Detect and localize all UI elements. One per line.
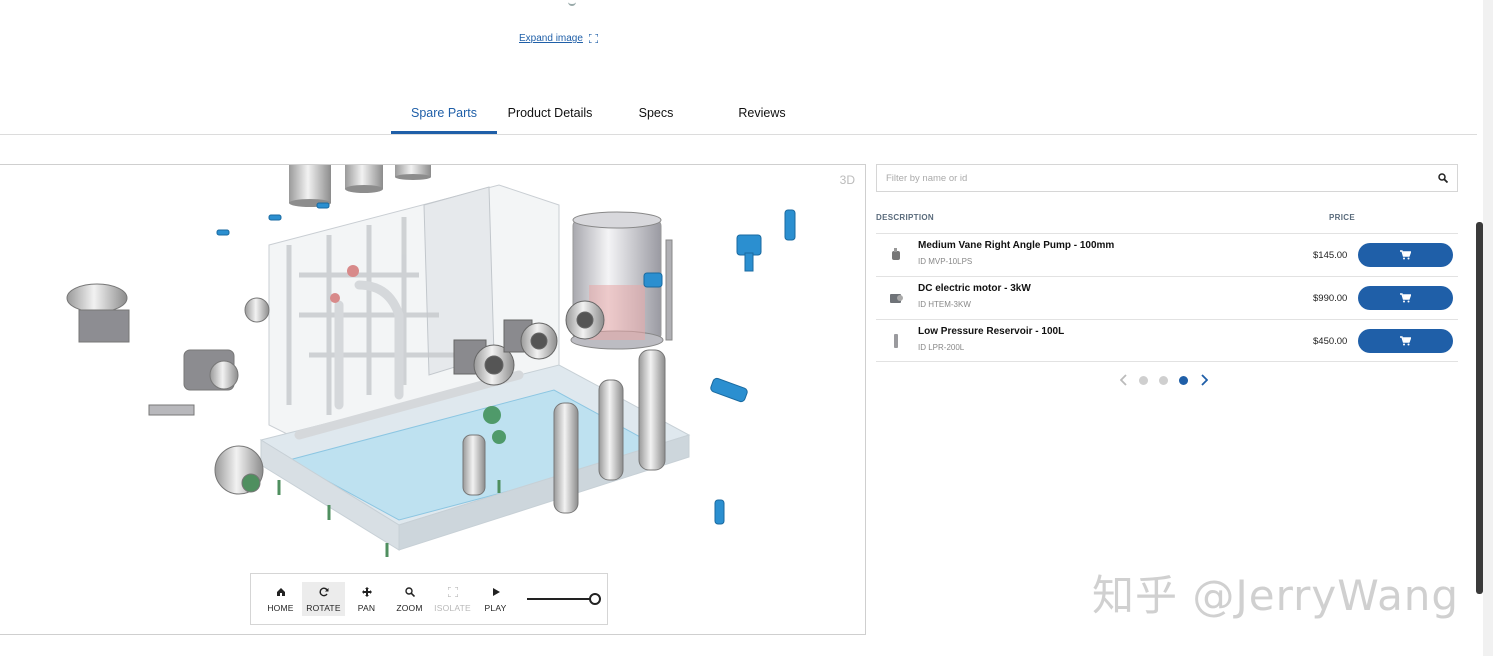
part-id: ID MVP-10LPS	[918, 257, 973, 266]
pan-button[interactable]: PAN	[345, 582, 388, 616]
part-name[interactable]: DC electric motor - 3kW	[918, 283, 1031, 294]
cart-icon	[1400, 250, 1411, 260]
reservoir-thumbnail	[894, 334, 898, 348]
watermark: 知乎 @JerryWang	[1092, 571, 1460, 620]
3d-badge: 3D	[839, 173, 855, 187]
parts-list: Medium Vane Right Angle Pump - 100mm ID …	[876, 233, 1458, 362]
page-scrollbar[interactable]	[1476, 222, 1483, 594]
part-price: $450.00	[1313, 336, 1348, 347]
pan-label: PAN	[357, 602, 376, 613]
cart-icon	[1400, 293, 1411, 303]
description-header: DESCRIPTION	[876, 213, 934, 222]
part-price: $990.00	[1313, 293, 1348, 304]
parts-pager	[1118, 373, 1209, 387]
home-label: HOME	[267, 602, 294, 613]
prev-page-button[interactable]	[1118, 373, 1128, 387]
search-icon[interactable]	[1429, 165, 1457, 191]
tab-product-details[interactable]: Product Details	[497, 96, 603, 134]
play-icon	[490, 586, 502, 598]
add-to-cart-button[interactable]	[1358, 286, 1453, 310]
isolate-label: ISOLATE	[434, 602, 471, 613]
part-name[interactable]: Low Pressure Reservoir - 100L	[918, 326, 1064, 337]
slider-thumb[interactable]	[589, 593, 601, 605]
next-page-button[interactable]	[1199, 373, 1209, 387]
3d-viewer[interactable]: 3D HOME ROTATE PAN ZOOM ISOLATE PLAY	[0, 164, 866, 635]
page-dot-3[interactable]	[1179, 375, 1188, 385]
zoom-label: ZOOM	[396, 602, 423, 613]
add-to-cart-button[interactable]	[1358, 329, 1453, 353]
part-name[interactable]: Medium Vane Right Angle Pump - 100mm	[918, 240, 1114, 251]
add-to-cart-button[interactable]	[1358, 243, 1453, 267]
part-price: $145.00	[1313, 250, 1348, 261]
isolate-button[interactable]: ISOLATE	[431, 582, 474, 616]
cart-icon	[1400, 336, 1411, 346]
viewer-toolbar: HOME ROTATE PAN ZOOM ISOLATE PLAY	[250, 573, 608, 625]
product-page: Expand image Spare Parts Product Details…	[0, 0, 1493, 656]
parts-table-header: DESCRIPTION PRICE	[876, 211, 1458, 233]
3d-model-render[interactable]	[0, 165, 865, 634]
pump-thumbnail	[892, 248, 900, 260]
rotate-icon	[318, 586, 330, 598]
product-tabs: Spare Parts Product Details Specs Review…	[391, 96, 815, 134]
play-label: PLAY	[484, 602, 507, 613]
window-edge	[1483, 0, 1493, 656]
rotate-button[interactable]: ROTATE	[302, 582, 345, 616]
expand-icon	[588, 34, 598, 43]
part-id: ID HTEM-3KW	[918, 300, 971, 309]
part-row[interactable]: Medium Vane Right Angle Pump - 100mm ID …	[876, 233, 1458, 276]
chevron-right-icon	[1200, 374, 1208, 386]
slider-track	[527, 598, 597, 600]
rotate-label: ROTATE	[306, 602, 341, 613]
parts-search-input[interactable]	[877, 165, 1429, 191]
viewer-handle	[568, 0, 576, 6]
page-dot-1[interactable]	[1139, 375, 1148, 385]
expand-image-link[interactable]: Expand image	[519, 33, 598, 44]
home-icon	[275, 586, 287, 598]
pan-icon	[361, 586, 373, 598]
zoom-button[interactable]: ZOOM	[388, 582, 431, 616]
expand-image-label: Expand image	[519, 33, 583, 44]
play-button[interactable]: PLAY	[474, 582, 517, 616]
tab-specs[interactable]: Specs	[603, 96, 709, 134]
parts-search	[876, 164, 1458, 192]
tab-reviews[interactable]: Reviews	[709, 96, 815, 134]
motor-thumbnail	[890, 294, 903, 303]
part-row[interactable]: Low Pressure Reservoir - 100L ID LPR-200…	[876, 319, 1458, 362]
part-row[interactable]: DC electric motor - 3kW ID HTEM-3KW $990…	[876, 276, 1458, 319]
part-id: ID LPR-200L	[918, 343, 965, 352]
animation-slider[interactable]	[527, 592, 601, 606]
page-dot-2[interactable]	[1159, 375, 1168, 385]
chevron-left-icon	[1119, 374, 1127, 386]
isolate-icon	[447, 586, 459, 598]
price-header: PRICE	[1329, 213, 1355, 222]
tab-divider	[0, 134, 1477, 135]
zoom-icon	[404, 586, 416, 598]
tab-spare-parts[interactable]: Spare Parts	[391, 96, 497, 134]
home-button[interactable]: HOME	[259, 582, 302, 616]
